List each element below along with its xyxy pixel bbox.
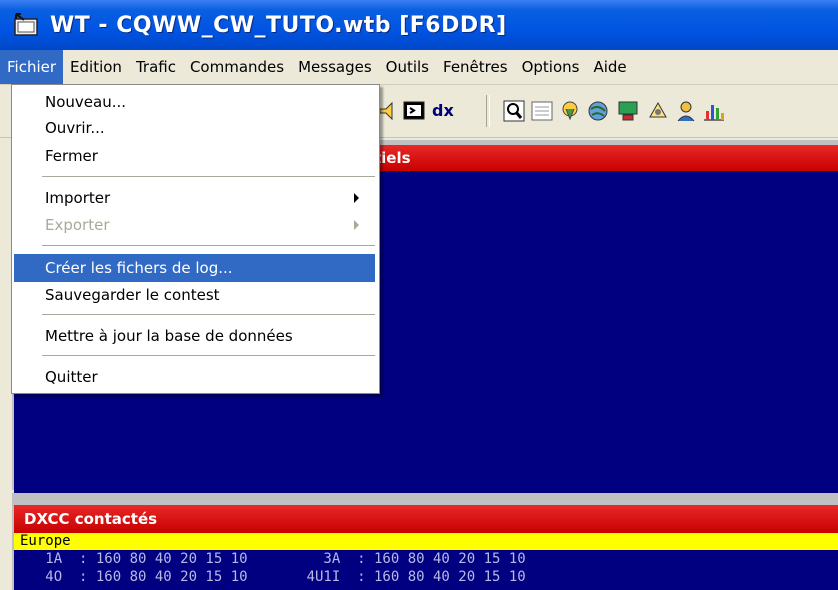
menu-commandes[interactable]: Commandes: [183, 50, 291, 84]
menu-trafic[interactable]: Trafic: [129, 50, 183, 84]
menu-outils[interactable]: Outils: [379, 50, 436, 84]
menu-messages[interactable]: Messages: [291, 50, 379, 84]
menu-item-importer-label: Importer: [45, 189, 111, 207]
dxcc-panel-body[interactable]: Europe 1A : 160 80 40 20 15 10 3A : 160 …: [14, 533, 838, 590]
menu-aide[interactable]: Aide: [586, 50, 633, 84]
terminal-icon[interactable]: [402, 99, 426, 123]
menu-options[interactable]: Options: [515, 50, 587, 84]
dxcc-row: 1A : 160 80 40 20 15 10 3A : 160 80 40 2…: [20, 551, 526, 567]
menu-separator: [42, 314, 375, 315]
menu-item-mettre-a-jour[interactable]: Mettre à jour la base de données: [14, 323, 375, 349]
title-bar: WT - CQWW_CW_TUTO.wtb [F6DDR]: [0, 0, 838, 50]
dxcc-title: DXCC contactés: [24, 510, 158, 528]
menu-fichier[interactable]: Fichier: [0, 50, 64, 84]
submenu-arrow-icon: [354, 193, 359, 203]
dx-button[interactable]: dx: [432, 99, 462, 123]
globe-icon[interactable]: [586, 99, 610, 123]
menu-separator: [42, 245, 375, 246]
dxcc-panel-header: DXCC contactés: [14, 505, 838, 533]
menu-item-creer-fichiers-log[interactable]: Créer les fichers de log...: [14, 254, 375, 282]
fichier-dropdown-menu: Nouveau... Ouvrir... Fermer Importer Exp…: [11, 84, 380, 394]
menu-item-fermer[interactable]: Fermer: [14, 143, 375, 169]
menu-item-nouveau[interactable]: Nouveau...: [14, 89, 375, 115]
speaker-icon[interactable]: [378, 99, 402, 123]
menu-item-importer[interactable]: Importer: [14, 185, 375, 211]
map-pin-icon[interactable]: [558, 99, 582, 123]
person-icon[interactable]: [674, 99, 698, 123]
app-icon[interactable]: [12, 11, 40, 39]
menu-item-exporter-label: Exporter: [45, 216, 110, 234]
menu-edition[interactable]: Edition: [63, 50, 129, 84]
menu-bar: Fichier Edition Trafic Commandes Message…: [0, 50, 838, 85]
list-icon[interactable]: [530, 99, 554, 123]
rotator-icon[interactable]: [646, 99, 670, 123]
menu-fenetres[interactable]: Fenêtres: [436, 50, 515, 84]
region-label: Europe: [14, 533, 838, 550]
computer-icon[interactable]: [616, 99, 640, 123]
menu-item-sauvegarder[interactable]: Sauvegarder le contest: [14, 282, 375, 308]
menu-item-ouvrir[interactable]: Ouvrir...: [14, 115, 375, 141]
window-title: WT - CQWW_CW_TUTO.wtb [F6DDR]: [50, 12, 507, 38]
menu-separator: [42, 176, 375, 177]
toolbar-separator: [486, 95, 490, 127]
menu-separator: [42, 355, 375, 356]
dxcc-row: 4O : 160 80 40 20 15 10 4U1I : 160 80 40…: [20, 569, 526, 585]
bar-chart-icon[interactable]: [702, 99, 726, 123]
magnifier-icon[interactable]: [502, 99, 526, 123]
menu-item-quitter[interactable]: Quitter: [14, 364, 375, 390]
submenu-arrow-icon: [354, 220, 359, 230]
menu-item-exporter: Exporter: [14, 212, 375, 238]
